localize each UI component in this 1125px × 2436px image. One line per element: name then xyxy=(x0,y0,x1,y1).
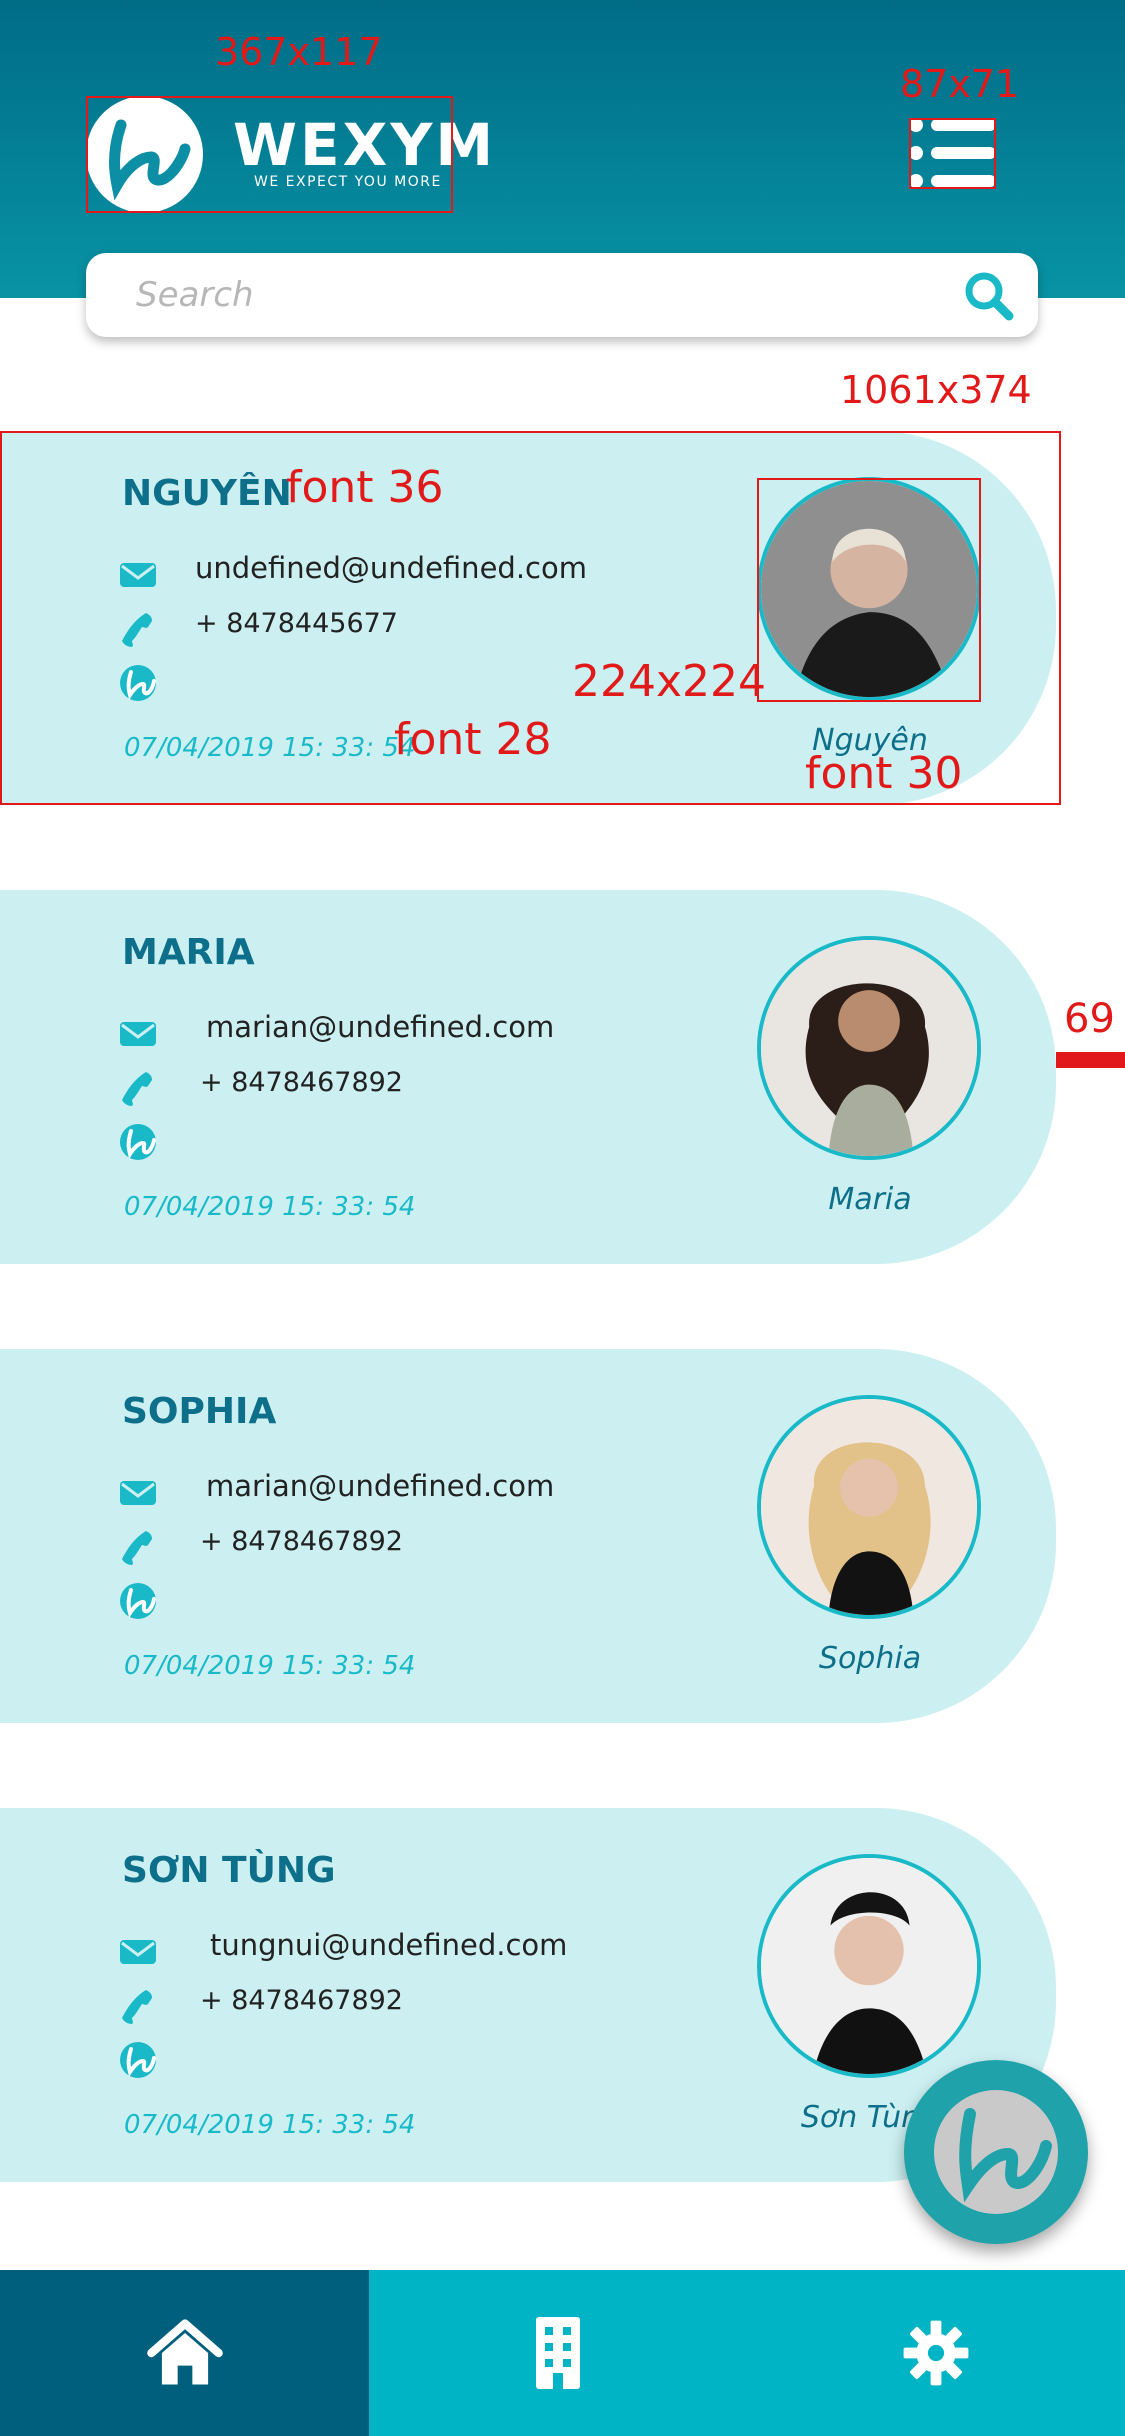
contact-name: SOPHIA xyxy=(122,1391,277,1432)
search-icon[interactable] xyxy=(962,269,1016,323)
contact-name: MARIA xyxy=(122,932,255,973)
contact-phone[interactable]: + 8478467892 xyxy=(200,1526,403,1557)
contact-name: SƠN TÙNG xyxy=(122,1850,336,1891)
floating-action-button[interactable] xyxy=(904,2060,1088,2244)
bottom-tab-bar xyxy=(0,2270,1125,2436)
search-bar[interactable]: Search xyxy=(86,253,1038,337)
contact-date: 07/04/2019 15: 33: 54 xyxy=(124,1192,416,1222)
phone-icon xyxy=(118,1527,158,1567)
wexym-icon xyxy=(118,1122,158,1162)
annotation-logo-size: 367x117 xyxy=(215,30,383,74)
avatar-caption: Sophia xyxy=(818,1641,922,1676)
email-icon xyxy=(118,1473,158,1513)
building-icon xyxy=(536,2317,580,2389)
contact-card[interactable]: SƠN TÙNG tungnui@undefined.com + 8478467… xyxy=(0,1808,1056,2182)
contact-email[interactable]: marian@undefined.com xyxy=(206,1469,554,1503)
contact-date: 07/04/2019 15: 33: 54 xyxy=(124,2110,416,2140)
annotation-spacing-bar xyxy=(1056,1052,1125,1068)
contact-phone[interactable]: + 8478467892 xyxy=(200,1067,403,1098)
tab-company[interactable] xyxy=(369,2270,747,2436)
annotation-caption-font: font 30 xyxy=(805,748,963,799)
annotation-card-size: 1061x374 xyxy=(840,368,1032,412)
tab-settings[interactable] xyxy=(747,2270,1125,2436)
wexym-icon xyxy=(118,2040,158,2080)
wexym-icon xyxy=(118,1581,158,1621)
search-input[interactable]: Search xyxy=(136,275,254,315)
annotation-menu-box xyxy=(909,118,996,189)
avatar[interactable] xyxy=(757,936,981,1160)
contact-card[interactable]: MARIA marian@undefined.com + 8478467892 … xyxy=(0,890,1056,1264)
annotation-spacing: 69 xyxy=(1064,996,1115,1042)
contact-email[interactable]: marian@undefined.com xyxy=(206,1010,554,1044)
annotation-menu-size: 87x71 xyxy=(900,62,1020,106)
avatar[interactable] xyxy=(757,1854,981,2078)
phone-icon xyxy=(118,1986,158,2026)
annotation-avatar-box xyxy=(757,478,981,702)
contact-email[interactable]: tungnui@undefined.com xyxy=(210,1928,567,1962)
annotation-logo-box xyxy=(86,96,453,213)
wexym-fab-icon xyxy=(934,2090,1058,2214)
contact-date: 07/04/2019 15: 33: 54 xyxy=(124,1651,416,1681)
phone-icon xyxy=(118,1068,158,1108)
email-icon xyxy=(118,1932,158,1972)
contact-card[interactable]: SOPHIA marian@undefined.com + 8478467892… xyxy=(0,1349,1056,1723)
contact-phone[interactable]: + 8478467892 xyxy=(200,1985,403,2016)
avatar-caption: Maria xyxy=(828,1182,912,1217)
annotation-date-font: font 28 xyxy=(394,714,552,765)
home-icon xyxy=(146,2319,223,2385)
avatar[interactable] xyxy=(757,1395,981,1619)
annotation-avatar-size: 224x224 xyxy=(572,656,767,707)
gear-icon xyxy=(903,2320,969,2386)
tab-home[interactable] xyxy=(0,2270,369,2436)
email-icon xyxy=(118,1014,158,1054)
annotation-name-font: font 36 xyxy=(286,462,444,513)
